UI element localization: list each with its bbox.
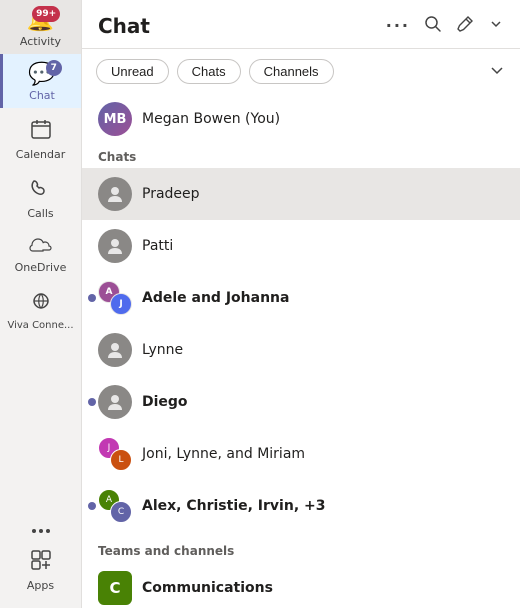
lynne-avatar	[98, 333, 132, 367]
sidebar-item-chat[interactable]: 💬 7 Chat	[0, 54, 81, 108]
chat-item-alex-group[interactable]: A C Alex, Christie, Irvin, +3	[82, 480, 520, 532]
chat-item-diego[interactable]: Diego	[82, 376, 520, 428]
chat-icon: 💬 7	[28, 64, 55, 86]
sidebar-item-label-activity: Activity	[20, 35, 61, 48]
activity-icon: 🔔 99+	[27, 10, 54, 32]
calendar-icon	[30, 118, 52, 145]
onedrive-icon	[29, 236, 53, 258]
chat-name-joni-group: Joni, Lynne, and Miriam	[142, 446, 504, 462]
sidebar-item-apps[interactable]: Apps	[0, 539, 81, 598]
adele-johanna-avatar: A J	[98, 281, 132, 315]
my-contact-avatar: MB	[98, 102, 132, 136]
chat-name-pradeep: Pradeep	[142, 186, 504, 202]
pradeep-avatar	[98, 177, 132, 211]
chat-item-pradeep[interactable]: Pradeep	[82, 168, 520, 220]
apps-icon	[30, 549, 52, 576]
chat-name-lynne: Lynne	[142, 342, 504, 358]
diego-avatar	[98, 385, 132, 419]
sidebar-item-onedrive[interactable]: OneDrive	[0, 226, 81, 280]
page-title: Chat	[98, 14, 386, 38]
sidebar-item-label-chat: Chat	[29, 89, 55, 102]
channel-name-communications: Communications	[142, 580, 273, 596]
teams-section-label: Teams and channels	[82, 538, 520, 562]
chat-header: Chat ···	[82, 0, 520, 49]
sidebar-item-label-apps: Apps	[27, 579, 54, 592]
patti-avatar	[98, 229, 132, 263]
chat-item-joni-group[interactable]: J L Joni, Lynne, and Miriam	[82, 428, 520, 480]
viva-icon	[30, 290, 52, 317]
sidebar: 🔔 99+ Activity 💬 7 Chat Calendar	[0, 0, 82, 608]
unread-indicator	[88, 294, 96, 302]
chat-badge: 7	[46, 60, 62, 76]
communications-initial: C	[109, 579, 120, 597]
my-contact[interactable]: MB Megan Bowen (You)	[82, 92, 520, 144]
channel-item-communications[interactable]: C Communications	[82, 562, 520, 608]
filter-unread[interactable]: Unread	[96, 59, 169, 84]
alex-group-avatar: A C	[98, 489, 132, 523]
search-button[interactable]	[424, 15, 442, 38]
activity-badge: 99+	[32, 6, 60, 22]
sidebar-item-label-calendar: Calendar	[16, 148, 65, 161]
compose-button[interactable]	[456, 15, 474, 38]
unread-indicator-alex	[88, 502, 96, 510]
chat-name-diego: Diego	[142, 394, 504, 410]
sidebar-item-calls[interactable]: Calls	[0, 167, 81, 226]
main-panel: Chat ···	[82, 0, 520, 608]
chat-list: MB Megan Bowen (You) Chats Pradeep	[82, 92, 520, 608]
chats-section-label: Chats	[82, 144, 520, 168]
sidebar-item-label-viva: Viva Conne...	[7, 320, 73, 331]
filter-bar: Unread Chats Channels	[82, 49, 520, 92]
more-options-button[interactable]: ···	[386, 16, 410, 36]
more-icon	[32, 529, 50, 533]
sidebar-item-calendar[interactable]: Calendar	[0, 108, 81, 167]
my-contact-name: Megan Bowen (You)	[142, 111, 280, 127]
unread-indicator-diego	[88, 398, 96, 406]
chat-name-adele-johanna: Adele and Johanna	[142, 290, 504, 306]
sidebar-item-viva[interactable]: Viva Conne...	[0, 280, 81, 337]
chat-item-adele-johanna[interactable]: A J Adele and Johanna	[82, 272, 520, 324]
chat-name-patti: Patti	[142, 238, 504, 254]
joni-group-avatar: J L	[98, 437, 132, 471]
sidebar-item-label-calls: Calls	[27, 207, 53, 220]
chat-name-alex-group: Alex, Christie, Irvin, +3	[142, 498, 504, 514]
sidebar-item-more[interactable]	[0, 519, 81, 539]
filter-expand-icon[interactable]	[488, 61, 506, 83]
chat-item-lynne[interactable]: Lynne	[82, 324, 520, 376]
sidebar-item-label-onedrive: OneDrive	[15, 261, 67, 274]
filter-chats[interactable]: Chats	[177, 59, 241, 84]
chevron-down-icon[interactable]	[488, 16, 504, 37]
communications-avatar: C	[98, 571, 132, 605]
header-icons: ···	[386, 15, 504, 38]
calls-icon	[30, 177, 52, 204]
filter-channels[interactable]: Channels	[249, 59, 334, 84]
sidebar-item-activity[interactable]: 🔔 99+ Activity	[0, 0, 81, 54]
chat-item-patti[interactable]: Patti	[82, 220, 520, 272]
